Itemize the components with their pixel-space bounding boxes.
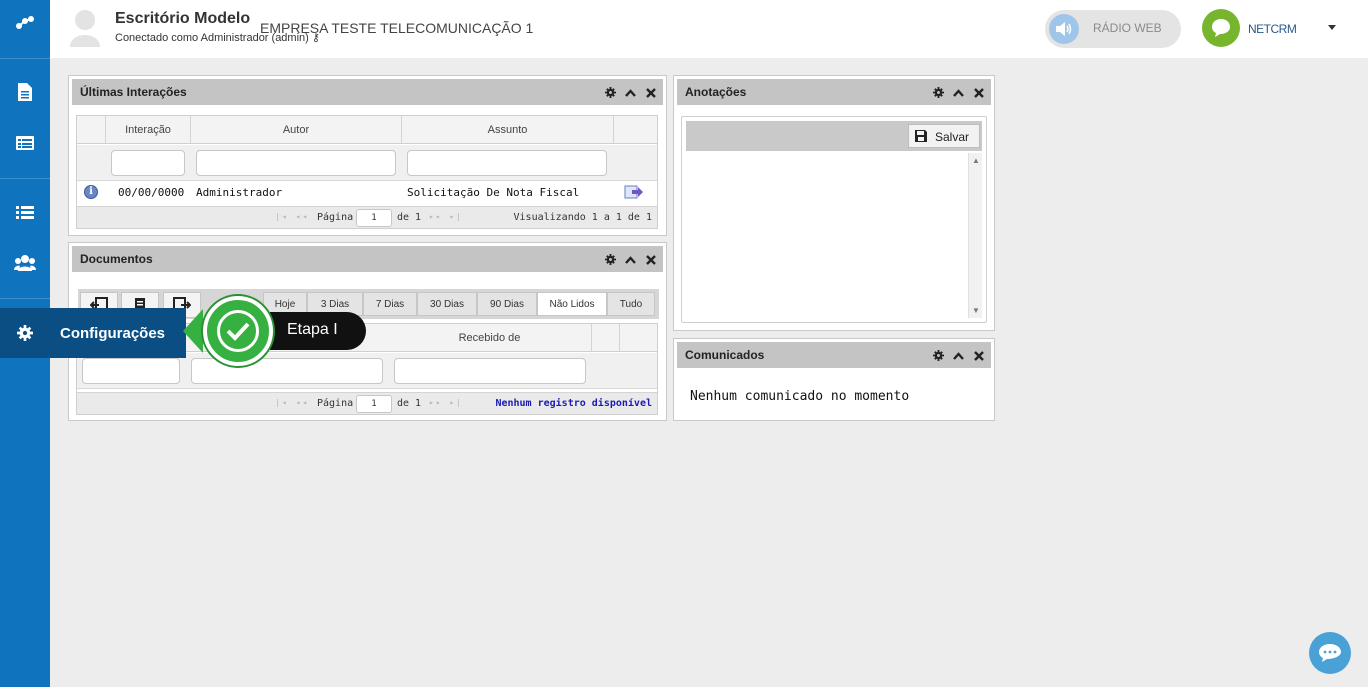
panel-header: Documentos <box>72 246 663 272</box>
radio-web-button[interactable]: RÁDIO WEB <box>1045 10 1181 48</box>
document-icon[interactable] <box>0 72 50 112</box>
panel-header: Últimas Interações <box>72 79 663 105</box>
close-icon[interactable] <box>972 86 985 99</box>
tab-nao-lidos[interactable]: Não Lidos <box>537 292 607 316</box>
gear-icon[interactable] <box>932 86 945 99</box>
interactions-grid: Interação Autor Assunto i 00/00/0000 Adm… <box>76 115 658 229</box>
save-button[interactable]: Salvar <box>908 124 980 148</box>
list-icon[interactable] <box>0 192 50 232</box>
editor-toolbar: Salvar <box>686 121 982 151</box>
tab-tudo[interactable]: Tudo <box>607 292 655 316</box>
announcements-panel: Comunicados Nenhum comunicado no momento <box>673 338 995 421</box>
open-document-icon[interactable] <box>624 184 644 205</box>
panel-header: Comunicados <box>677 342 991 368</box>
user-menu-caret-icon[interactable] <box>1328 25 1336 30</box>
column-header[interactable]: Recebido de <box>388 324 592 352</box>
page-input[interactable]: 1 <box>356 209 392 227</box>
close-icon[interactable] <box>972 349 985 362</box>
gear-icon[interactable] <box>932 349 945 362</box>
empty-announcements-text: Nenhum comunicado no momento <box>690 389 910 404</box>
card-list-icon[interactable] <box>0 123 50 163</box>
chat-logo-icon <box>1202 9 1240 47</box>
office-name: Escritório Modelo <box>115 10 251 27</box>
tab-30-dias[interactable]: 30 Dias <box>417 292 477 316</box>
gear-icon[interactable] <box>604 253 617 266</box>
sender-filter-input[interactable] <box>394 358 586 384</box>
save-icon <box>915 130 927 142</box>
step-label: Etapa I <box>287 321 338 338</box>
chat-icon <box>1319 644 1341 662</box>
notes-panel: Anotações Salvar ▲ ▼ <box>673 75 995 331</box>
collapse-icon[interactable] <box>952 349 965 362</box>
notes-textarea[interactable]: ▲ ▼ <box>686 153 982 318</box>
panel-header: Anotações <box>677 79 991 105</box>
info-icon[interactable]: i <box>84 185 98 199</box>
close-icon[interactable] <box>644 86 657 99</box>
avatar <box>68 7 102 47</box>
logo-icon[interactable] <box>0 3 50 43</box>
pager: |◂ ◂◂ Página 1 de 1 ▸▸ ▸| Visualizando 1… <box>77 206 657 228</box>
first-prev-page-icon[interactable]: |◂ ◂◂ <box>275 398 309 407</box>
page-input[interactable]: 1 <box>356 395 392 413</box>
subject-filter-input[interactable] <box>191 358 383 384</box>
company-name: EMPRESA TESTE TELECOMUNICAÇÃO 1 <box>260 20 534 36</box>
check-icon <box>203 296 273 366</box>
scroll-up-icon[interactable]: ▲ <box>972 156 980 165</box>
chat-button[interactable] <box>1309 632 1351 674</box>
filter-row <box>77 145 657 181</box>
collapse-icon[interactable] <box>952 86 965 99</box>
next-last-page-icon[interactable]: ▸▸ ▸| <box>429 212 463 221</box>
date-filter-input[interactable] <box>111 150 185 176</box>
collapse-icon[interactable] <box>624 253 637 266</box>
first-prev-page-icon[interactable]: |◂ ◂◂ <box>275 212 309 221</box>
next-last-page-icon[interactable]: ▸▸ ▸| <box>429 398 463 407</box>
notes-editor: Salvar ▲ ▼ <box>681 116 987 323</box>
column-header[interactable]: Assunto <box>402 116 614 144</box>
tab-90-dias[interactable]: 90 Dias <box>477 292 537 316</box>
tab-7-dias[interactable]: 7 Dias <box>363 292 417 316</box>
netcrm-logo: NETCRM <box>1202 9 1302 49</box>
table-row[interactable]: i 00/00/0000 Administrador Solicitação D… <box>77 181 657 203</box>
close-icon[interactable] <box>644 253 657 266</box>
gear-icon[interactable] <box>604 86 617 99</box>
configuracoes-label: Configurações <box>60 325 166 342</box>
filter-row <box>77 353 657 389</box>
users-icon[interactable] <box>0 243 50 283</box>
type-filter-input[interactable] <box>82 358 180 384</box>
column-header[interactable]: Autor <box>191 116 402 144</box>
speaker-icon <box>1049 14 1079 44</box>
scroll-down-icon[interactable]: ▼ <box>972 306 980 315</box>
collapse-icon[interactable] <box>624 86 637 99</box>
column-header[interactable]: Interação <box>106 116 191 144</box>
author-filter-input[interactable] <box>196 150 396 176</box>
top-header: Escritório Modelo Conectado como Adminis… <box>50 0 1368 58</box>
pager: |◂ ◂◂ Página 1 de 1 ▸▸ ▸| Nenhum registr… <box>77 392 657 414</box>
subject-filter-input[interactable] <box>407 150 607 176</box>
interactions-panel: Últimas Interações Interação Autor Assun… <box>68 75 667 236</box>
pointer-arrow <box>183 309 203 353</box>
scrollbar[interactable]: ▲ ▼ <box>968 153 982 318</box>
gear-icon <box>17 325 33 346</box>
